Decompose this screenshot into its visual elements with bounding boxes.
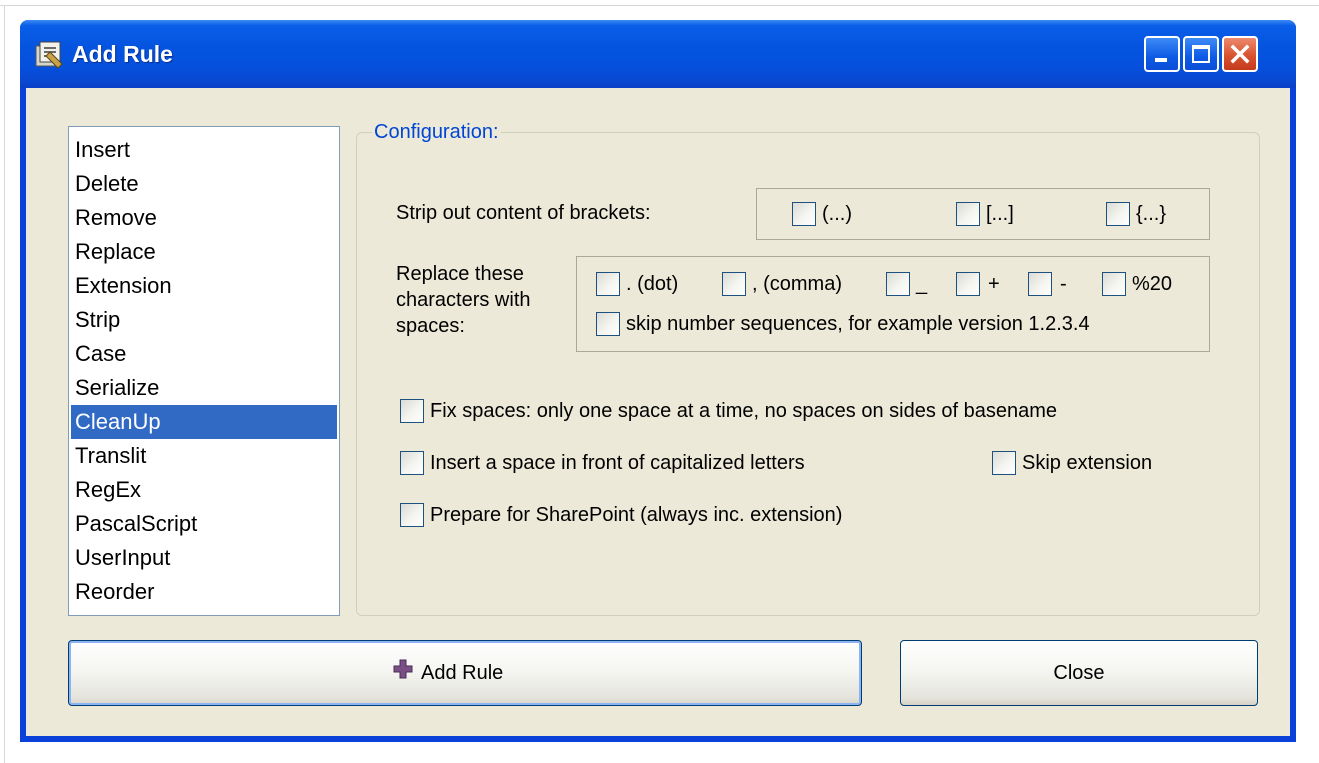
add-rule-dialog: Add Rule Insert Delete Remove Replace Ex… xyxy=(20,20,1296,742)
rule-item-cleanup[interactable]: CleanUp xyxy=(71,405,337,439)
close-label: Close xyxy=(1053,661,1105,684)
replace-percent20-checkbox[interactable] xyxy=(1102,272,1126,296)
replace-label-line1: Replace these xyxy=(396,263,524,285)
close-window-button[interactable] xyxy=(1222,36,1258,72)
replace-plus-label: + xyxy=(988,273,1000,295)
bracket-round-label: (...) xyxy=(822,203,852,225)
replace-label-line3: spaces: xyxy=(396,315,465,337)
rule-item-extension[interactable]: Extension xyxy=(71,269,337,303)
bracket-square-label: [...] xyxy=(986,203,1014,225)
rule-item-insert[interactable]: Insert xyxy=(71,133,337,167)
add-rule-button[interactable]: Add Rule xyxy=(68,640,862,706)
insert-space-label: Insert a space in front of capitalized l… xyxy=(430,452,805,474)
close-button[interactable]: Close xyxy=(900,640,1258,706)
replace-comma-checkbox[interactable] xyxy=(722,272,746,296)
rule-item-replace[interactable]: Replace xyxy=(71,235,337,269)
page-top-edge xyxy=(0,5,1319,6)
rule-item-regex[interactable]: RegEx xyxy=(71,473,337,507)
rule-list[interactable]: Insert Delete Remove Replace Extension S… xyxy=(68,126,340,616)
replace-percent20-label: %20 xyxy=(1132,273,1173,295)
replace-minus-label: - xyxy=(1060,273,1067,295)
plus-icon xyxy=(393,659,413,679)
minimize-button[interactable] xyxy=(1144,36,1180,72)
rule-item-remove[interactable]: Remove xyxy=(71,201,337,235)
rule-item-translit[interactable]: Translit xyxy=(71,439,337,473)
fix-spaces-checkbox[interactable] xyxy=(400,399,424,423)
window-title: Add Rule xyxy=(72,41,173,67)
bracket-curly-label: {...} xyxy=(1136,203,1167,225)
maximize-button[interactable] xyxy=(1183,36,1219,72)
bracket-square-checkbox[interactable] xyxy=(956,202,980,226)
bracket-curly-checkbox[interactable] xyxy=(1106,202,1130,226)
sharepoint-label: Prepare for SharePoint (always inc. exte… xyxy=(430,504,843,526)
replace-label-line2: characters with xyxy=(396,289,531,311)
rule-item-strip[interactable]: Strip xyxy=(71,303,337,337)
insert-space-checkbox[interactable] xyxy=(400,451,424,475)
sharepoint-checkbox[interactable] xyxy=(400,503,424,527)
close-icon xyxy=(1230,44,1250,64)
rule-item-pascalscript[interactable]: PascalScript xyxy=(71,507,337,541)
add-rule-label: Add Rule xyxy=(421,661,504,684)
replace-underscore-checkbox[interactable] xyxy=(886,272,910,296)
rule-item-userinput[interactable]: UserInput xyxy=(71,541,337,575)
brackets-label: Strip out content of brackets: xyxy=(396,202,651,224)
title-bar[interactable]: Add Rule xyxy=(20,20,1296,88)
maximize-icon xyxy=(1192,45,1210,63)
replace-underscore-label: _ xyxy=(916,273,928,295)
rule-item-delete[interactable]: Delete xyxy=(71,167,337,201)
skip-extension-checkbox[interactable] xyxy=(992,451,1016,475)
page-left-edge xyxy=(4,5,5,763)
replace-comma-label: , (comma) xyxy=(752,273,842,295)
skip-number-sequences-checkbox[interactable] xyxy=(596,312,620,336)
skip-number-sequences-label: skip number sequences, for example versi… xyxy=(626,313,1090,335)
app-icon xyxy=(35,41,63,69)
replace-minus-checkbox[interactable] xyxy=(1028,272,1052,296)
fix-spaces-label: Fix spaces: only one space at a time, no… xyxy=(430,400,1058,422)
replace-dot-label: . (dot) xyxy=(626,273,679,295)
replace-plus-checkbox[interactable] xyxy=(956,272,980,296)
rule-item-reorder[interactable]: Reorder xyxy=(71,575,337,609)
minimize-icon xyxy=(1155,58,1167,62)
rule-item-serialize[interactable]: Serialize xyxy=(71,371,337,405)
configuration-caption: Configuration: xyxy=(372,118,501,146)
rule-item-case[interactable]: Case xyxy=(71,337,337,371)
skip-extension-label: Skip extension xyxy=(1022,452,1153,474)
replace-dot-checkbox[interactable] xyxy=(596,272,620,296)
bracket-round-checkbox[interactable] xyxy=(792,202,816,226)
dialog-client-area: Insert Delete Remove Replace Extension S… xyxy=(26,88,1290,736)
